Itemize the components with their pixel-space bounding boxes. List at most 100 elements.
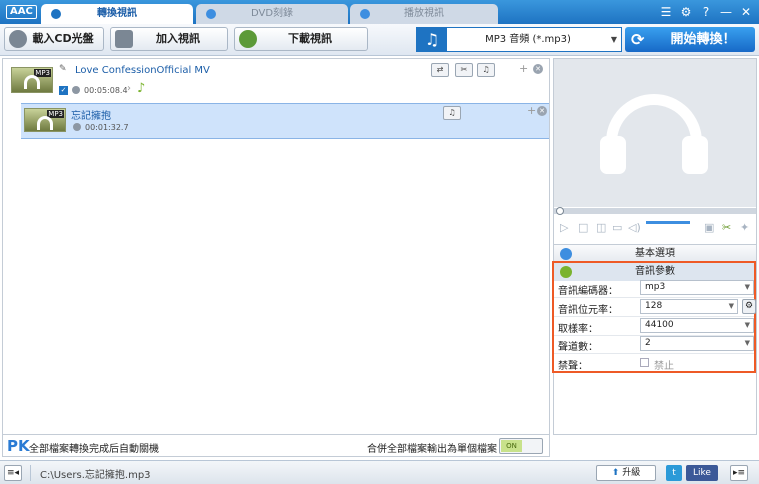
chevron-down-icon: ▼ (744, 321, 750, 329)
stop-icon[interactable]: □ (578, 221, 588, 234)
cut-icon[interactable]: ✂ (722, 221, 731, 234)
file-list: MP3 ✎ Love ConfessionOfficial MV ✓ 00:05… (2, 58, 550, 435)
play-icon[interactable]: ▷ (560, 221, 568, 234)
crop-icon[interactable]: ▣ (704, 221, 714, 234)
snapshot-icon[interactable]: ◫ (596, 221, 606, 234)
pl-logo: PK (7, 437, 30, 455)
expand-icon[interactable]: + (527, 104, 536, 117)
tab-label: 轉換視訊 (97, 8, 137, 19)
window-controls: ☰ ⚙ ? — ✕ (659, 4, 753, 20)
status-bar: ≡◂ C:\Users.忘記擁抱.mp3 ⬆ 升級 t Like ▸≡ (0, 460, 759, 484)
param-value: 2 (645, 338, 651, 348)
auto-shutdown-option[interactable]: 全部檔案轉換完成后自動關機 (29, 440, 159, 455)
tab-play-video[interactable]: 播放視訊 (350, 4, 498, 24)
upgrade-label: 升級 (622, 468, 641, 478)
param-label: 禁聲： (558, 361, 588, 372)
seek-bar[interactable] (554, 207, 756, 215)
cd-add-icon (9, 30, 27, 48)
app-logo: AAC (6, 5, 37, 19)
load-cd-label: 載入CD光盤 (32, 32, 94, 45)
preview-panel: ▷ □ ◫ ▭ ◁) ▣ ✂ ✦ 基本選項 音訊參數 (553, 58, 757, 435)
chevron-down-icon: ▼ (610, 35, 617, 44)
panel-toggle-icon[interactable]: ▸≡ (730, 465, 748, 481)
mute-checkbox[interactable] (640, 358, 649, 367)
gear-icon[interactable]: ⚙ (742, 299, 756, 314)
music-note-icon: ♫ (417, 28, 447, 51)
music-note-icon: ♪ (137, 81, 146, 96)
preview-area (554, 59, 756, 207)
remove-icon[interactable]: ✕ (537, 106, 547, 116)
folder-icon[interactable]: ▭ (612, 221, 622, 234)
cut-icon[interactable]: ✂ (455, 63, 473, 77)
chevron-right-icon[interactable]: › (127, 83, 131, 94)
file-duration: 00:05:08.4 (84, 86, 128, 95)
settings-icon[interactable]: ⚙ (679, 4, 693, 20)
remove-icon[interactable]: ✕ (533, 64, 543, 74)
add-video-label: 加入視訊 (156, 32, 200, 45)
audio-params-highlight: 音訊編碼器： mp3 ▼ 音訊位元率： 128 ▼ ⚙ 取樣率： 44100 ▼… (552, 261, 756, 373)
merge-files-label: 合併全部檔案輸出為單個檔案 (367, 444, 497, 455)
volume-slider[interactable] (646, 221, 690, 224)
edit-effect-icon[interactable]: ♫ (477, 63, 495, 77)
chevron-down-icon: ▼ (744, 339, 750, 347)
start-convert-button[interactable]: ⟳ 開始轉換！ (625, 27, 755, 52)
list-menu-icon[interactable]: ≡◂ (4, 465, 22, 481)
minimize-icon[interactable]: — (719, 4, 733, 20)
seek-handle[interactable] (556, 207, 564, 215)
file-thumbnail: MP3 (11, 67, 53, 93)
output-format-label: MP3 音頻 (*.mp3) (485, 34, 571, 45)
download-video-button[interactable]: 下載視訊 (234, 27, 368, 51)
tab-label: DVD刻錄 (250, 8, 294, 19)
twitter-icon[interactable]: t (666, 465, 682, 481)
basic-options-header[interactable]: 基本選項 (554, 244, 756, 262)
param-label: 音訊位元率： (558, 305, 618, 316)
file-duration: 00:01:32.7 (85, 123, 129, 132)
toggle-state: ON (501, 440, 522, 452)
merge-toggle[interactable]: ON (499, 438, 543, 454)
sample-rate-select[interactable]: 44100 ▼ (640, 318, 754, 333)
toolbar: 載入CD光盤 加入視訊 下載視訊 ♫ MP3 音頻 (*.mp3) ▼ ⟳ 開始… (0, 24, 759, 56)
add-video-button[interactable]: 加入視訊 (110, 27, 228, 51)
globe-download-icon (239, 30, 257, 48)
param-channels: 聲道數： 2 ▼ (558, 336, 754, 353)
channels-select[interactable]: 2 ▼ (640, 336, 754, 351)
tab-convert-video[interactable]: 轉換視訊 (41, 4, 193, 24)
pencil-icon[interactable]: ✎ (59, 64, 67, 74)
clock-icon (72, 86, 80, 94)
param-label: 取樣率： (558, 324, 598, 335)
file-name: Love ConfessionOfficial MV (75, 65, 210, 76)
convert-settings-icon[interactable]: ⇄ (431, 63, 449, 77)
param-audio-encoder: 音訊編碼器： mp3 ▼ (558, 280, 754, 297)
clock-icon (73, 123, 81, 131)
bitrate-select[interactable]: 128 ▼ (640, 299, 738, 314)
list-item[interactable]: MP3 ✎ Love ConfessionOfficial MV ✓ 00:05… (5, 61, 549, 103)
facebook-like-button[interactable]: Like (686, 465, 718, 481)
param-value: 128 (645, 301, 663, 311)
menu-icon[interactable]: ☰ (659, 4, 673, 20)
output-path[interactable]: C:\Users.忘記擁抱.mp3 (40, 466, 151, 481)
upgrade-button[interactable]: ⬆ 升級 (596, 465, 656, 481)
expand-icon[interactable]: + (519, 62, 528, 75)
load-cd-button[interactable]: 載入CD光盤 (4, 27, 104, 51)
close-icon[interactable]: ✕ (739, 4, 753, 20)
player-controls: ▷ □ ◫ ▭ ◁) ▣ ✂ ✦ (554, 219, 756, 237)
start-convert-label: 開始轉換！ (670, 32, 736, 47)
output-format-select[interactable]: ♫ MP3 音頻 (*.mp3) ▼ (416, 27, 622, 52)
chevron-down-icon: ▼ (728, 302, 734, 310)
checkbox-icon[interactable]: ✓ (59, 86, 68, 95)
file-name: 忘記擁抱 (71, 111, 111, 122)
list-item-selected[interactable]: MP3 忘記擁抱 00:01:32.7 ♫ + ✕ (21, 103, 549, 139)
arrow-up-icon: ⬆ (611, 468, 623, 478)
volume-icon[interactable]: ◁) (628, 221, 641, 234)
param-sample-rate: 取樣率： 44100 ▼ (558, 318, 754, 335)
help-icon[interactable]: ? (699, 4, 713, 20)
wrench-icon[interactable]: ✦ (740, 221, 749, 234)
basic-options-icon (560, 248, 572, 260)
chevron-down-icon: ▼ (744, 283, 750, 291)
edit-effect-icon[interactable]: ♫ (443, 106, 461, 120)
options-bar: PK 全部檔案轉換完成后自動關機 合併全部檔案輸出為單個檔案 ON (2, 435, 550, 457)
encoder-select[interactable]: mp3 ▼ (640, 280, 754, 295)
download-video-label: 下載視訊 (288, 32, 332, 45)
param-value: 44100 (645, 320, 674, 330)
tab-dvd-burn[interactable]: DVD刻錄 (196, 4, 348, 24)
